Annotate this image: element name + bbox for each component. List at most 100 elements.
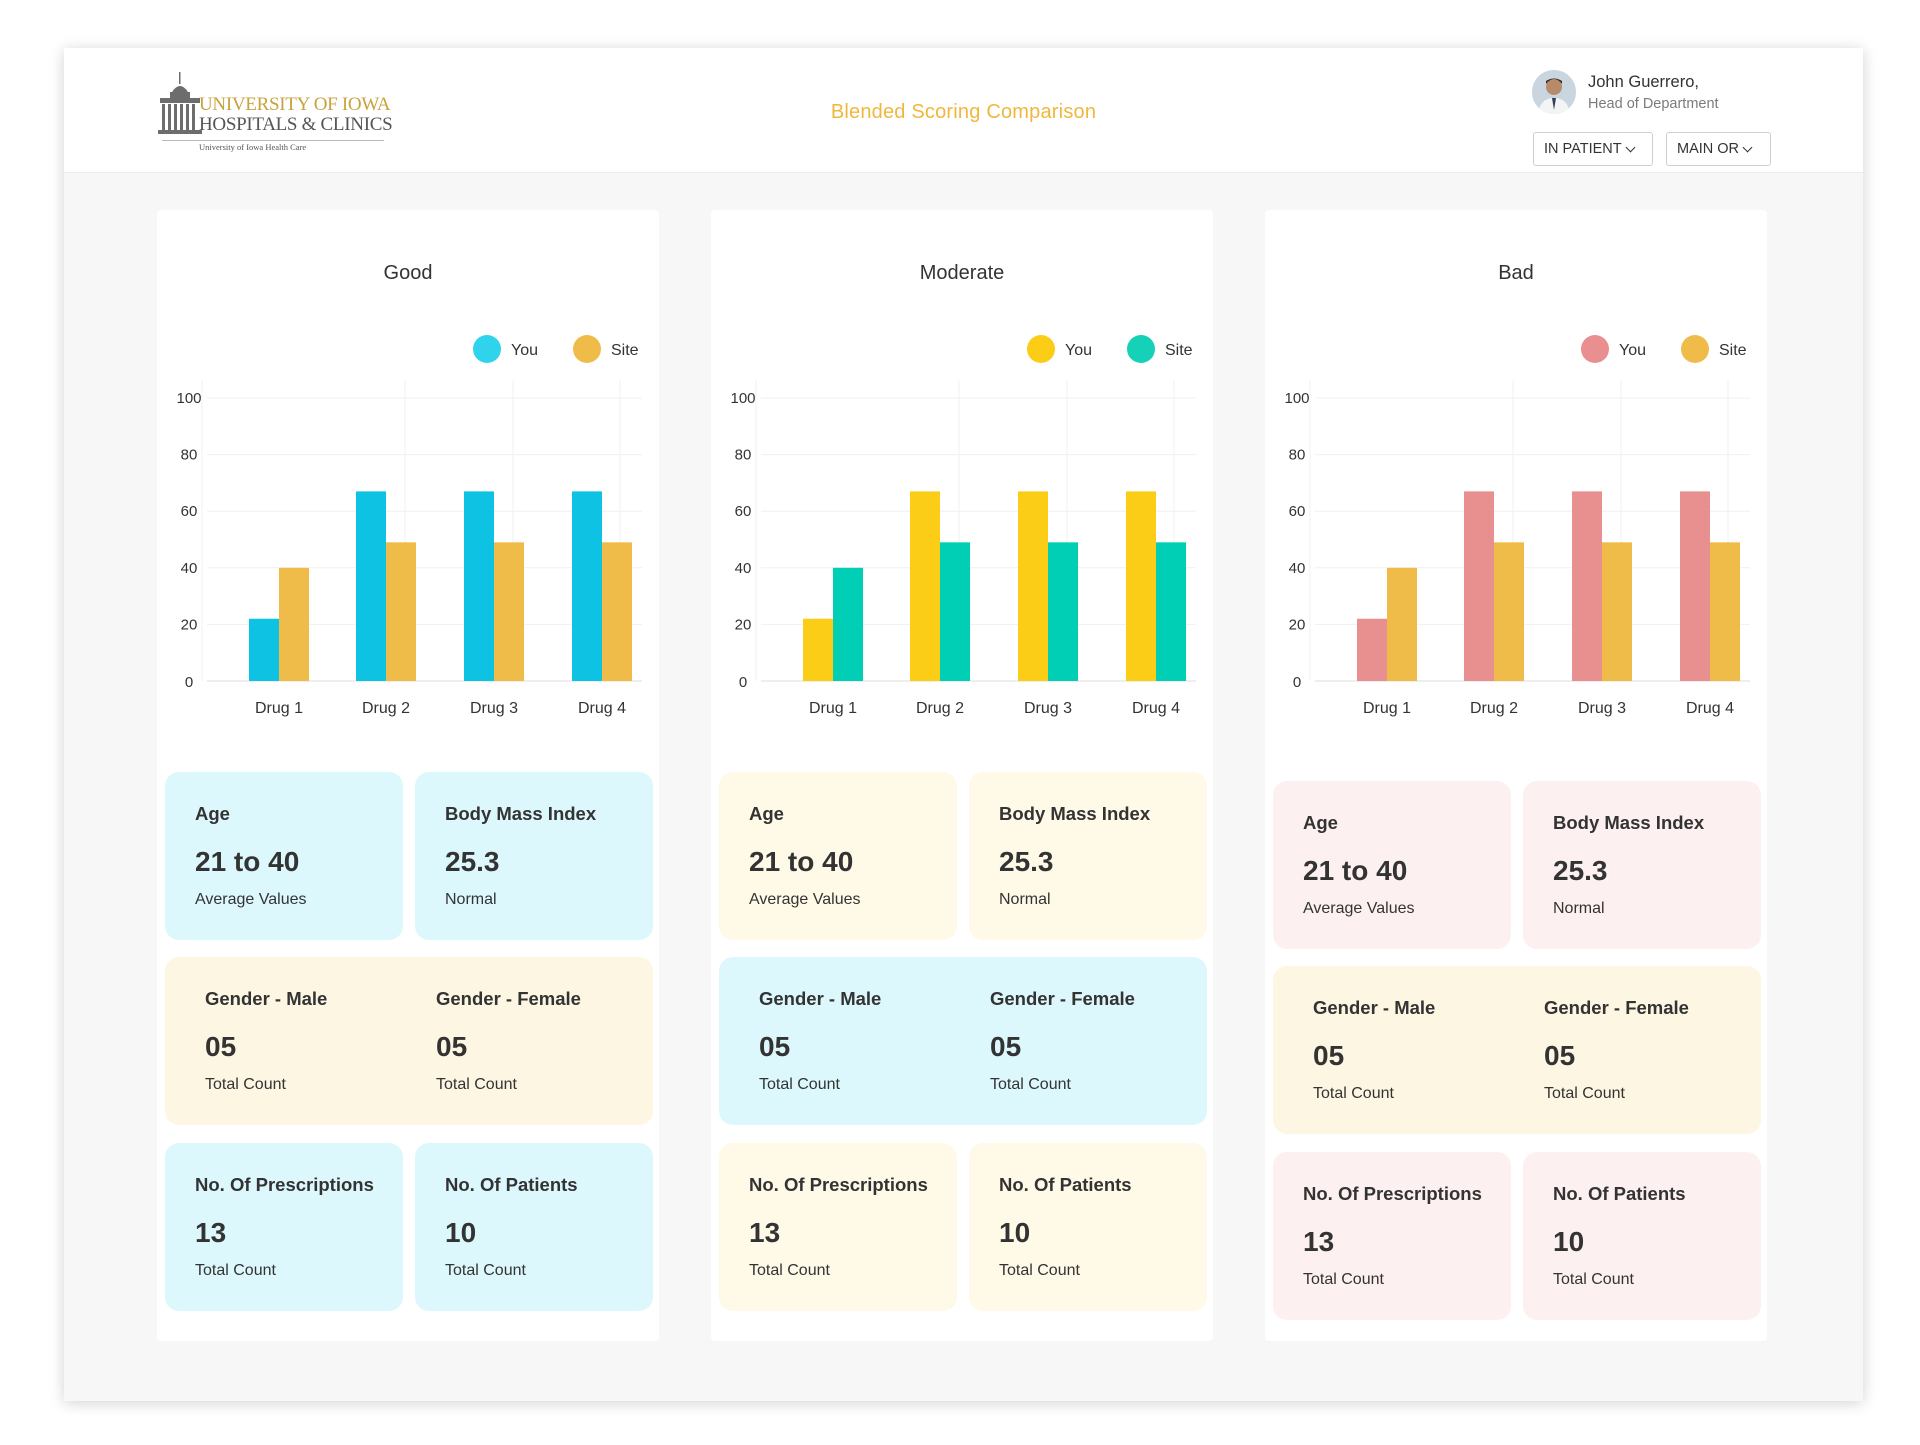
bar-you-2[interactable] — [356, 491, 386, 681]
location-dropdown[interactable]: MAIN OR — [1666, 132, 1771, 166]
bar-site-4[interactable] — [1710, 542, 1740, 681]
prescriptions-label: No. Of Prescriptions — [1303, 1183, 1482, 1204]
bmi-card[interactable]: Body Mass Index 25.3 Normal — [415, 772, 653, 940]
bar-site-1[interactable] — [833, 567, 863, 681]
gender-card[interactable]: Gender - Male 05 Total Count Gender - Femal… — [165, 957, 653, 1125]
logo-tagline: University of Iowa Health Care — [199, 142, 307, 152]
y-tick-label: 100 — [176, 390, 201, 407]
x-tick-label: Drug 3 — [470, 700, 518, 717]
patients-card[interactable]: No. Of Patients 10 Total Count — [969, 1143, 1207, 1311]
gender_male-caption: Total Count — [1313, 1085, 1394, 1102]
bmi-caption: Normal — [445, 891, 497, 908]
y-tick-label: 60 — [1289, 503, 1306, 520]
patients-card[interactable]: No. Of Patients 10 Total Count — [415, 1143, 653, 1311]
user-name: John Guerrero, — [1588, 73, 1699, 91]
y-tick-label: 40 — [1289, 560, 1306, 577]
patient-type-value: IN PATIENT — [1544, 141, 1622, 157]
gender_male-value: 05 — [1313, 1040, 1345, 1071]
gender_male-label: Gender - Male — [1313, 997, 1436, 1018]
legend-label-you: You — [1065, 342, 1092, 359]
panel-bad: Bad You Site 0 20 40 60 80 100 Drug 1 Drug 2 Drug 3… — [1265, 210, 1767, 1341]
bar-site-4[interactable] — [602, 542, 632, 681]
x-tick-label: Drug 1 — [255, 700, 303, 717]
gender_female-caption: Total Count — [1544, 1085, 1625, 1102]
patients-value: 10 — [445, 1217, 477, 1248]
legend-label-site: Site — [1165, 342, 1193, 359]
bar-site-2[interactable] — [940, 542, 970, 681]
legend-marker-you — [1027, 335, 1055, 363]
y-tick-label: 0 — [1293, 674, 1301, 691]
y-tick-label: 40 — [735, 560, 752, 577]
bmi-card[interactable]: Body Mass Index 25.3 Normal — [969, 772, 1207, 940]
y-tick-label: 0 — [739, 674, 747, 691]
bar-you-1[interactable] — [249, 618, 279, 681]
age-caption: Average Values — [195, 891, 307, 908]
age-label: Age — [195, 803, 230, 824]
y-tick-label: 40 — [181, 560, 198, 577]
prescriptions-card[interactable]: No. Of Prescriptions 13 Total Count — [719, 1143, 957, 1311]
gender-card[interactable]: Gender - Male 05 Total Count Gender - Femal… — [719, 957, 1207, 1125]
legend-marker-site — [1681, 335, 1709, 363]
prescriptions-caption: Total Count — [1303, 1271, 1384, 1288]
patients-caption: Total Count — [445, 1262, 526, 1279]
bar-site-3[interactable] — [494, 542, 524, 681]
bar-you-3[interactable] — [464, 491, 494, 681]
age-caption: Average Values — [749, 891, 861, 908]
patients-card[interactable]: No. Of Patients 10 Total Count — [1523, 1152, 1761, 1320]
panel-moderate: Moderate You Site 0 20 40 60 80 100 Drug 1 Drug 2D… — [711, 210, 1213, 1341]
bmi-caption: Normal — [1553, 900, 1605, 917]
bar-you-2[interactable] — [910, 491, 940, 681]
bmi-label: Body Mass Index — [999, 803, 1151, 824]
y-tick-label: 100 — [730, 390, 755, 407]
bar-you-2[interactable] — [1464, 491, 1494, 681]
bar-you-4[interactable] — [1126, 491, 1156, 681]
bmi-value: 25.3 — [1553, 855, 1608, 886]
bar-site-3[interactable] — [1048, 542, 1078, 681]
bar-you-4[interactable] — [1680, 491, 1710, 681]
bar-you-3[interactable] — [1018, 491, 1048, 681]
y-tick-label: 20 — [1289, 616, 1306, 633]
bar-you-1[interactable] — [803, 618, 833, 681]
prescriptions-card[interactable]: No. Of Prescriptions 13 Total Count — [165, 1143, 403, 1311]
age-value: 21 to 40 — [749, 846, 854, 877]
bmi-caption: Normal — [999, 891, 1051, 908]
bar-site-1[interactable] — [1387, 567, 1417, 681]
x-tick-label: Drug 2 — [362, 700, 410, 717]
gender_female-caption: Total Count — [990, 1076, 1071, 1093]
age-card[interactable]: Age 21 to 40 Average Values — [1273, 781, 1511, 949]
x-tick-label: Drug 4 — [1686, 700, 1734, 717]
prescriptions-label: No. Of Prescriptions — [195, 1174, 374, 1195]
patients-label: No. Of Patients — [1553, 1183, 1686, 1204]
prescriptions-value: 13 — [749, 1217, 781, 1248]
patients-caption: Total Count — [1553, 1271, 1634, 1288]
bmi-card[interactable]: Body Mass Index 25.3 Normal — [1523, 781, 1761, 949]
age-card[interactable]: Age 21 to 40 Average Values — [165, 772, 403, 940]
prescriptions-card[interactable]: No. Of Prescriptions 13 Total Count — [1273, 1152, 1511, 1320]
bar-you-1[interactable] — [1357, 618, 1387, 681]
avatar[interactable] — [1532, 70, 1576, 114]
age-card[interactable]: Age 21 to 40 Average Values — [719, 772, 957, 940]
legend-label-site: Site — [611, 342, 639, 359]
location-value: MAIN OR — [1677, 141, 1740, 157]
panel-good: Good You Site 0 20 40 60 80 100 Drug 1 Drug 2 Drug … — [157, 210, 659, 1341]
age-label: Age — [1303, 812, 1338, 833]
y-tick-label: 60 — [181, 503, 198, 520]
bar-site-3[interactable] — [1602, 542, 1632, 681]
bar-site-1[interactable] — [279, 567, 309, 681]
x-tick-label: Drug 2 — [1470, 700, 1518, 717]
gender-card[interactable]: Gender - Male 05 Total Count Gender - Femal… — [1273, 966, 1761, 1134]
x-tick-label: Drug 1 — [809, 700, 857, 717]
bar-chart: You Site 0 20 40 60 80 100 Drug 1 Drug 2 Drug 3 Dru… — [730, 335, 1196, 717]
bar-you-4[interactable] — [572, 491, 602, 681]
user-profile[interactable]: John Guerrero, Head of Department — [1532, 70, 1772, 118]
bar-site-2[interactable] — [386, 542, 416, 681]
gender_male-caption: Total Count — [759, 1076, 840, 1093]
gender_female-label: Gender - Female — [1544, 997, 1689, 1018]
legend-marker-site — [1127, 335, 1155, 363]
bar-site-2[interactable] — [1494, 542, 1524, 681]
bar-site-4[interactable] — [1156, 542, 1186, 681]
bar-you-3[interactable] — [1572, 491, 1602, 681]
prescriptions-label: No. Of Prescriptions — [749, 1174, 928, 1195]
patient-type-dropdown[interactable]: IN PATIENT — [1533, 132, 1653, 166]
bmi-value: 25.3 — [445, 846, 500, 877]
